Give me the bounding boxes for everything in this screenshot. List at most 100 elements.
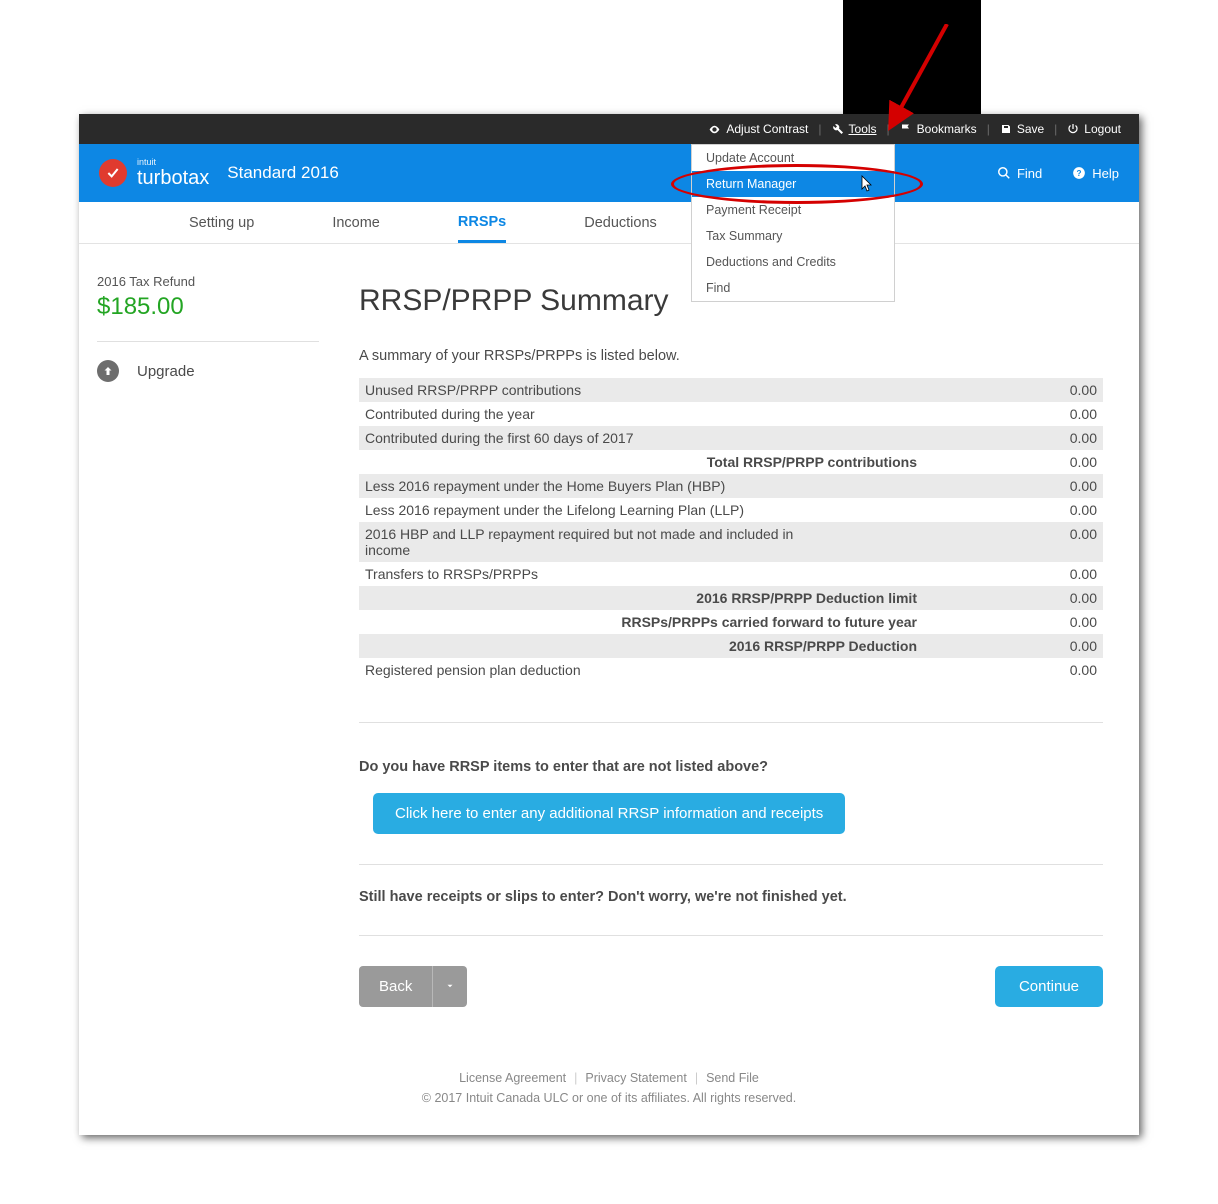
- tools-link[interactable]: Tools: [832, 122, 877, 136]
- back-button[interactable]: Back: [359, 966, 432, 1007]
- table-row: 2016 RRSP/PRPP Deduction0.00: [359, 634, 1103, 658]
- row-value: 0.00: [1037, 502, 1097, 518]
- row-value: 0.00: [1037, 430, 1097, 446]
- question-text: Do you have RRSP items to enter that are…: [359, 759, 1103, 775]
- dropdown-item-payment-receipt[interactable]: Payment Receipt: [692, 197, 894, 223]
- tab-rrsps[interactable]: RRSPs: [458, 204, 506, 243]
- divider: [359, 864, 1103, 865]
- sidebar: 2016 Tax Refund $185.00 Upgrade: [79, 244, 339, 1047]
- table-row: Registered pension plan deduction 0.00: [359, 658, 1103, 682]
- row-value: 0.00: [1037, 590, 1097, 606]
- tab-setting-up[interactable]: Setting up: [189, 205, 254, 241]
- save-link[interactable]: Save: [1000, 122, 1044, 136]
- row-label: Registered pension plan deduction: [365, 662, 581, 678]
- refund-amount: $185.00: [97, 293, 319, 321]
- cursor-icon: [860, 175, 876, 193]
- nav-tabs: Setting upIncomeRRSPsDeductionsvFile: [79, 202, 1139, 244]
- turbotax-text: turbotax: [137, 168, 209, 188]
- dropdown-item-deductions-and-credits[interactable]: Deductions and Credits: [692, 249, 894, 275]
- table-row: 2016 RRSP/PRPP Deduction limit0.00: [359, 586, 1103, 610]
- check-icon: [105, 165, 121, 181]
- additional-rrsp-button[interactable]: Click here to enter any additional RRSP …: [373, 793, 845, 834]
- row-label: RRSPs/PRPPs carried forward to future ye…: [365, 614, 1037, 630]
- row-label: Less 2016 repayment under the Lifelong L…: [365, 502, 744, 518]
- row-value: 0.00: [1037, 614, 1097, 630]
- table-row: Total RRSP/PRPP contributions0.00: [359, 450, 1103, 474]
- svg-text:?: ?: [1077, 169, 1082, 178]
- search-icon: [997, 166, 1011, 180]
- find-link[interactable]: Find: [997, 166, 1042, 181]
- row-value: 0.00: [1037, 382, 1097, 398]
- divider: [359, 722, 1103, 723]
- help-icon: ?: [1072, 166, 1086, 180]
- arrow-up-icon: [97, 360, 119, 382]
- dropdown-item-tax-summary[interactable]: Tax Summary: [692, 223, 894, 249]
- continue-button[interactable]: Continue: [995, 966, 1103, 1007]
- footer: License Agreement|Privacy Statement|Send…: [79, 1047, 1139, 1135]
- footer-link-license-agreement[interactable]: License Agreement: [459, 1071, 566, 1085]
- divider: |: [818, 122, 821, 136]
- intro-text: A summary of your RRSPs/PRPPs is listed …: [359, 348, 1103, 364]
- table-row: Transfers to RRSPs/PRPPs 0.00: [359, 562, 1103, 586]
- intuit-text: intuit: [137, 158, 209, 167]
- upgrade-link[interactable]: Upgrade: [97, 360, 319, 382]
- divider: [359, 935, 1103, 936]
- power-icon: [1067, 123, 1079, 135]
- refund-label: 2016 Tax Refund: [97, 274, 319, 289]
- row-value: 0.00: [1037, 638, 1097, 654]
- dropdown-item-update-account[interactable]: Update Account: [692, 145, 894, 171]
- divider: [97, 341, 319, 342]
- back-button-group: Back: [359, 966, 467, 1007]
- chevron-down-icon: [445, 981, 455, 991]
- main-content: RRSP/PRPP Summary A summary of your RRSP…: [339, 244, 1139, 1047]
- brand-bar: intuit turbotax Standard 2016 Find ? Hel…: [79, 144, 1139, 202]
- tab-deductions[interactable]: Deductions: [584, 205, 657, 241]
- row-label: Total RRSP/PRPP contributions: [365, 454, 1037, 470]
- row-label: Contributed during the year: [365, 406, 535, 422]
- row-value: 0.00: [1037, 406, 1097, 422]
- wrench-icon: [832, 123, 844, 135]
- top-bar: Adjust Contrast | Tools | Bookmarks | Sa…: [79, 114, 1139, 144]
- logo: intuit turbotax Standard 2016: [99, 158, 339, 188]
- table-row: 2016 HBP and LLP repayment required but …: [359, 522, 1103, 562]
- dropdown-item-find[interactable]: Find: [692, 275, 894, 301]
- product-edition: Standard 2016: [227, 163, 339, 183]
- annotation-arrow: [887, 24, 977, 144]
- dropdown-item-return-manager[interactable]: Return Manager: [692, 171, 894, 197]
- back-dropdown-button[interactable]: [432, 966, 467, 1007]
- table-row: RRSPs/PRPPs carried forward to future ye…: [359, 610, 1103, 634]
- copyright: © 2017 Intuit Canada ULC or one of its a…: [79, 1091, 1139, 1105]
- table-row: Contributed during the year 0.00: [359, 402, 1103, 426]
- footer-link-privacy-statement[interactable]: Privacy Statement: [585, 1071, 686, 1085]
- row-value: 0.00: [1037, 478, 1097, 494]
- row-label: Less 2016 repayment under the Home Buyer…: [365, 478, 725, 494]
- adjust-contrast-link[interactable]: Adjust Contrast: [708, 122, 808, 136]
- row-value: 0.00: [1037, 454, 1097, 470]
- row-value: 0.00: [1037, 566, 1097, 582]
- tools-dropdown: Update AccountReturn ManagerPayment Rece…: [691, 144, 895, 302]
- divider: |: [987, 122, 990, 136]
- row-label: 2016 RRSP/PRPP Deduction: [365, 638, 1037, 654]
- footer-link-send-file[interactable]: Send File: [706, 1071, 759, 1085]
- table-row: Contributed during the first 60 days of …: [359, 426, 1103, 450]
- table-row: Less 2016 repayment under the Home Buyer…: [359, 474, 1103, 498]
- divider: |: [1054, 122, 1057, 136]
- row-label: Unused RRSP/PRPP contributions: [365, 382, 581, 398]
- logo-circle: [99, 159, 127, 187]
- tab-income[interactable]: Income: [332, 205, 380, 241]
- row-label: 2016 HBP and LLP repayment required but …: [365, 526, 805, 558]
- row-label: 2016 RRSP/PRPP Deduction limit: [365, 590, 1037, 606]
- summary-table: Unused RRSP/PRPP contributions0.00Contri…: [359, 378, 1103, 682]
- table-row: Less 2016 repayment under the Lifelong L…: [359, 498, 1103, 522]
- row-value: 0.00: [1037, 662, 1097, 678]
- help-link[interactable]: ? Help: [1072, 166, 1119, 181]
- note-text: Still have receipts or slips to enter? D…: [359, 889, 1103, 905]
- row-value: 0.00: [1037, 526, 1097, 558]
- row-label: Transfers to RRSPs/PRPPs: [365, 566, 538, 582]
- logout-link[interactable]: Logout: [1067, 122, 1121, 136]
- app-window: Adjust Contrast | Tools | Bookmarks | Sa…: [79, 114, 1139, 1135]
- table-row: Unused RRSP/PRPP contributions 0.00: [359, 378, 1103, 402]
- eye-icon: [708, 123, 721, 136]
- save-icon: [1000, 123, 1012, 135]
- row-label: Contributed during the first 60 days of …: [365, 430, 634, 446]
